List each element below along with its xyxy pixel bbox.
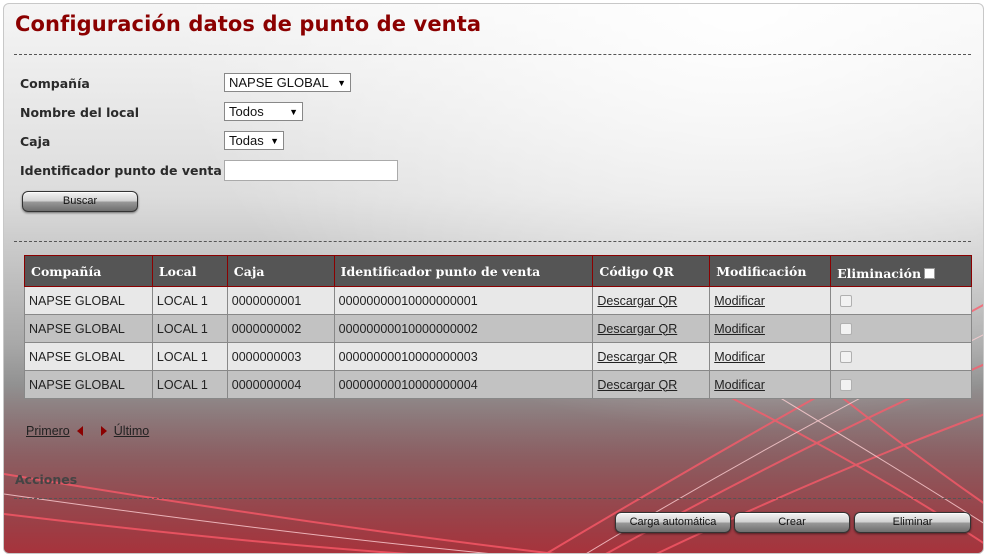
- column-header-store[interactable]: Local: [151, 255, 228, 287]
- row-delete-checkbox[interactable]: [840, 351, 853, 364]
- company-label: Compañía: [20, 76, 90, 91]
- next-page-icon[interactable]: [100, 426, 107, 436]
- pos-id-input[interactable]: [224, 160, 398, 181]
- results-table: Compañía Local Caja Identificador punto …: [24, 255, 972, 399]
- company-select[interactable]: NAPSE GLOBAL ▼: [224, 73, 351, 92]
- register-label: Caja: [20, 134, 51, 149]
- cell-qr: Descargar QR: [592, 342, 711, 371]
- cell-store: LOCAL 1: [151, 314, 228, 343]
- cell-qr: Descargar QR: [592, 370, 711, 399]
- cell-pos-id: 00000000010000000004: [333, 370, 594, 399]
- cell-pos-id: 00000000010000000003: [333, 342, 594, 371]
- page-title: Configuración datos de punto de venta: [15, 12, 482, 36]
- modify-link[interactable]: Modificar: [714, 350, 765, 364]
- cell-store: LOCAL 1: [151, 342, 228, 371]
- cell-modify: Modificar: [709, 342, 832, 371]
- first-page-link[interactable]: Primero: [26, 424, 70, 438]
- modify-link[interactable]: Modificar: [714, 322, 765, 336]
- cell-delete: [830, 370, 972, 399]
- store-name-select[interactable]: Todos ▼: [224, 102, 303, 121]
- download-qr-link[interactable]: Descargar QR: [597, 322, 677, 336]
- cell-company: NAPSE GLOBAL: [24, 342, 153, 371]
- cell-store: LOCAL 1: [151, 370, 228, 399]
- column-header-modify: Modificación: [709, 255, 832, 287]
- cell-register: 0000000003: [226, 342, 335, 371]
- cell-pos-id: 00000000010000000002: [333, 314, 594, 343]
- last-page-link[interactable]: Último: [114, 424, 149, 438]
- cell-delete: [830, 314, 972, 343]
- download-qr-link[interactable]: Descargar QR: [597, 350, 677, 364]
- store-name-label: Nombre del local: [20, 105, 140, 120]
- cell-delete: [830, 342, 972, 371]
- cell-pos-id: 00000000010000000001: [333, 286, 594, 315]
- modify-link[interactable]: Modificar: [714, 378, 765, 392]
- chevron-down-icon: ▼: [270, 135, 279, 146]
- cell-register: 0000000001: [226, 286, 335, 315]
- previous-page-icon[interactable]: [76, 426, 83, 436]
- actions-section-label: Acciones: [15, 472, 78, 487]
- column-header-pos-id[interactable]: Identificador punto de venta: [333, 255, 594, 287]
- pagination: Primero Último: [26, 424, 149, 438]
- actions-divider: [14, 498, 971, 499]
- table-row: NAPSE GLOBAL LOCAL 1 0000000001 00000000…: [24, 286, 972, 315]
- table-row: NAPSE GLOBAL LOCAL 1 0000000004 00000000…: [24, 370, 972, 399]
- cell-modify: Modificar: [709, 286, 832, 315]
- column-header-delete-label: Eliminación: [837, 265, 922, 281]
- cell-store: LOCAL 1: [151, 286, 228, 315]
- register-select[interactable]: Todas ▼: [224, 131, 284, 150]
- cell-register: 0000000004: [226, 370, 335, 399]
- cell-modify: Modificar: [709, 370, 832, 399]
- chevron-down-icon: ▼: [337, 77, 346, 88]
- main-panel: Configuración datos de punto de venta Co…: [3, 3, 984, 554]
- store-name-select-value: Todos: [229, 103, 264, 119]
- select-all-checkbox[interactable]: [924, 267, 936, 279]
- row-delete-checkbox[interactable]: [840, 295, 853, 308]
- cell-company: NAPSE GLOBAL: [24, 286, 153, 315]
- download-qr-link[interactable]: Descargar QR: [597, 294, 677, 308]
- table-row: NAPSE GLOBAL LOCAL 1 0000000003 00000000…: [24, 342, 972, 371]
- download-qr-link[interactable]: Descargar QR: [597, 378, 677, 392]
- filter-divider: [14, 241, 971, 242]
- row-delete-checkbox[interactable]: [840, 379, 853, 392]
- title-divider: [14, 54, 971, 55]
- cell-company: NAPSE GLOBAL: [24, 314, 153, 343]
- cell-qr: Descargar QR: [592, 286, 711, 315]
- column-header-delete: Eliminación: [830, 255, 972, 287]
- cell-qr: Descargar QR: [592, 314, 711, 343]
- chevron-down-icon: ▼: [289, 106, 298, 117]
- search-button[interactable]: Buscar: [22, 191, 138, 212]
- table-header-row: Compañía Local Caja Identificador punto …: [24, 255, 972, 287]
- results-table-container: Compañía Local Caja Identificador punto …: [24, 255, 972, 399]
- delete-button[interactable]: Eliminar: [854, 512, 971, 533]
- cell-modify: Modificar: [709, 314, 832, 343]
- company-select-value: NAPSE GLOBAL: [229, 74, 329, 90]
- create-button[interactable]: Crear: [734, 512, 850, 533]
- modify-link[interactable]: Modificar: [714, 294, 765, 308]
- row-delete-checkbox[interactable]: [840, 323, 853, 336]
- auto-load-button[interactable]: Carga automática: [615, 512, 731, 533]
- cell-delete: [830, 286, 972, 315]
- column-header-qr-code: Código QR: [592, 255, 711, 287]
- column-header-company[interactable]: Compañía: [24, 255, 153, 287]
- register-select-value: Todas: [229, 132, 264, 148]
- pos-id-label: Identificador punto de venta: [20, 163, 222, 178]
- table-row: NAPSE GLOBAL LOCAL 1 0000000002 00000000…: [24, 314, 972, 343]
- cell-company: NAPSE GLOBAL: [24, 370, 153, 399]
- cell-register: 0000000002: [226, 314, 335, 343]
- column-header-register[interactable]: Caja: [226, 255, 335, 287]
